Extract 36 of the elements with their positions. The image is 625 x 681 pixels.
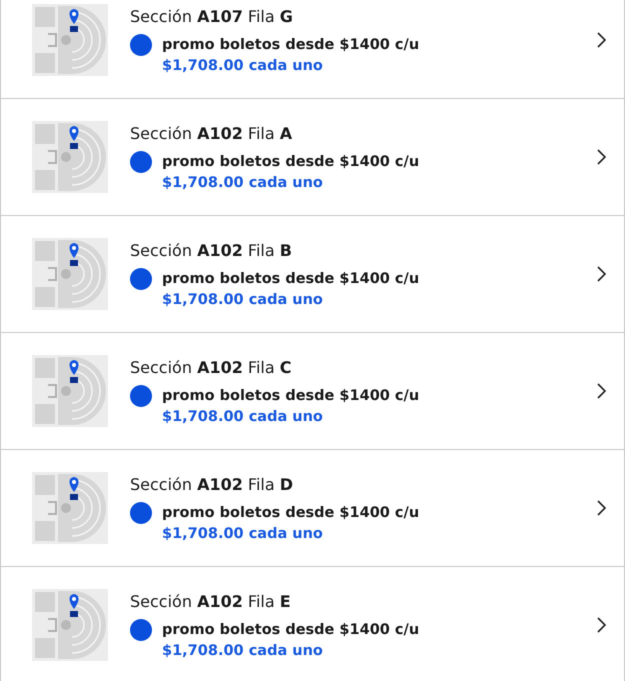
section-row-label: Sección A102 Fila B xyxy=(130,240,293,260)
listing-row[interactable]: Sección A107 Fila G promo boletos desde $1400 c/u $1,708.00 cada uno xyxy=(1,0,624,99)
section-row-label: Sección A102 Fila C xyxy=(130,358,292,376)
price-text: $1,708.00 cada uno xyxy=(162,408,324,424)
promo-text: promo boletos desde $1400 c/u xyxy=(162,36,420,52)
seat-map-icon xyxy=(32,589,108,661)
chevron-right-icon xyxy=(596,383,606,399)
promo-text: promo boletos desde $1400 c/u xyxy=(162,388,420,404)
promo-text: promo boletos desde $1400 c/u xyxy=(162,270,420,286)
seat-map-icon xyxy=(32,238,108,310)
promo-text: promo boletos desde $1400 c/u xyxy=(162,622,420,638)
seat-map-icon xyxy=(32,355,108,427)
chevron-right-icon xyxy=(596,149,606,165)
section-row-label: Sección A102 Fila A xyxy=(130,124,294,142)
price-text: $1,708.00 cada uno xyxy=(162,526,324,542)
price-text: $1,708.00 cada uno xyxy=(162,292,324,308)
promo-text: promo boletos desde $1400 c/u xyxy=(162,154,420,170)
listing-row[interactable]: Sección A102 Fila A promo boletos desde $1400 c/u $1,708.00 cada uno xyxy=(1,99,624,216)
listing-row[interactable]: Sección A102 Fila E promo boletos desde $1400 c/u $1,708.00 cada uno xyxy=(1,567,624,681)
chevron-right-icon xyxy=(596,500,606,516)
listing-row[interactable]: Sección A102 Fila B promo boletos desde $1400 c/u $1,708.00 cada uno xyxy=(1,216,624,333)
promo-text: promo boletos desde $1400 c/u xyxy=(162,504,420,520)
section-row-label: Sección A102 Fila D xyxy=(130,474,294,494)
section-row-label: Sección A102 Fila E xyxy=(130,592,292,610)
price-text: $1,708.00 cada uno xyxy=(162,174,324,190)
chevron-right-icon xyxy=(596,32,606,48)
listing-row[interactable]: Sección A102 Fila D promo boletos desde $1400 c/u $1,708.00 cada uno xyxy=(1,450,624,567)
seat-map-icon xyxy=(32,472,108,544)
section-row-label: Sección A107 Fila G xyxy=(130,6,294,26)
chevron-right-icon xyxy=(596,266,606,282)
seat-map-icon xyxy=(32,4,108,76)
price-text: $1,708.00 cada uno xyxy=(162,642,324,658)
listing-row[interactable]: Sección A102 Fila C promo boletos desde $1400 c/u $1,708.00 cada uno xyxy=(1,333,624,450)
price-text: $1,708.00 cada uno xyxy=(162,58,324,74)
chevron-right-icon xyxy=(596,617,606,633)
seat-map-icon xyxy=(32,121,108,193)
